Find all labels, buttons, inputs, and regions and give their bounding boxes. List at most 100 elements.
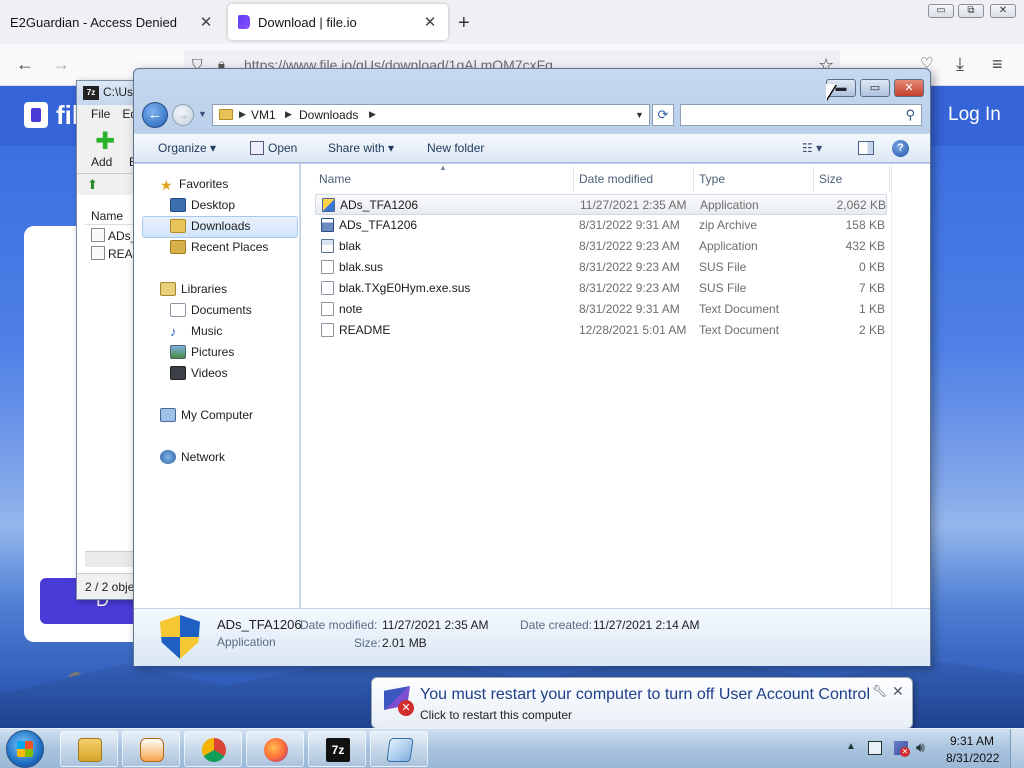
wrench-icon[interactable]: 🔧︎ (872, 684, 887, 698)
nav-item-documents[interactable]: Documents (170, 300, 252, 320)
address-bar[interactable]: ▶ VM1 ▶ Downloads ▶ ▼ (212, 104, 650, 126)
fileio-logo-icon[interactable] (24, 102, 48, 128)
executable-icon (321, 239, 334, 253)
nav-item-pictures[interactable]: Pictures (170, 342, 234, 362)
explorer-maximize-button[interactable]: ▭ (860, 79, 890, 97)
table-row[interactable]: blak.TXgE0Hym.exe.sus 8/31/2022 9:23 AM … (315, 278, 887, 299)
change-view-button[interactable]: ☷ ▾ (802, 141, 822, 155)
explorer-window[interactable]: ▬ ▭ ✕ ← → ▼ ▶ VM1 ▶ Downloads ▶ ▼ ⟳ ⚲ Or… (133, 68, 931, 666)
breadcrumb-separator-icon[interactable]: ▶ (239, 109, 246, 120)
column-divider[interactable] (889, 166, 890, 192)
taskbar-firefox-button[interactable] (246, 731, 304, 767)
column-divider[interactable] (573, 166, 574, 192)
new-tab-button[interactable]: + (458, 12, 470, 35)
taskbar-explorer-button[interactable] (60, 731, 118, 767)
breadcrumb-separator-icon[interactable]: ▶ (285, 109, 292, 120)
breadcrumb-vm1[interactable]: VM1 (251, 108, 276, 122)
column-divider[interactable] (813, 166, 814, 192)
tab-fileio[interactable]: Download | file.io ✕ (228, 4, 448, 40)
share-with-button[interactable]: Share with ▾ (328, 141, 394, 155)
explorer-caption-buttons: ▬ ▭ ✕ (826, 79, 924, 99)
refresh-button[interactable]: ⟳ (652, 104, 674, 126)
nav-item-network[interactable]: Network (160, 447, 225, 467)
tab-e2guardian[interactable]: E2Guardian - Access Denied ✕ (0, 4, 224, 40)
login-link[interactable]: Log In (948, 104, 1001, 126)
column-size[interactable]: Size (819, 172, 842, 186)
uac-notification-balloon[interactable]: ✕ You must restart your computer to turn… (371, 677, 913, 745)
taskbar-app-button[interactable] (370, 731, 428, 767)
breadcrumb-downloads[interactable]: Downloads (299, 108, 358, 122)
search-input[interactable]: ⚲ (680, 104, 922, 126)
add-plus-icon[interactable]: ✚ (95, 127, 115, 156)
browser-minimize-button[interactable]: ▭ (928, 4, 954, 18)
breadcrumb-separator-icon[interactable]: ▶ (369, 109, 376, 120)
command-bar: Organize ▾ Open Share with ▾ New folder … (134, 133, 930, 163)
taskbar-media-player-button[interactable] (122, 731, 180, 767)
sevenzip-add-button[interactable]: Add (91, 155, 112, 169)
balloon-title[interactable]: You must restart your computer to turn o… (420, 686, 870, 704)
taskbar-7zip-button[interactable]: 7z (308, 731, 366, 767)
nav-item-desktop[interactable]: Desktop (170, 195, 235, 215)
nav-item-videos[interactable]: Videos (170, 363, 227, 383)
folder-up-icon[interactable]: ⬆ (87, 177, 98, 193)
nav-item-libraries[interactable]: Libraries (160, 279, 227, 299)
show-hidden-icons-button[interactable]: ▲ (846, 741, 856, 752)
vertical-scrollbar[interactable] (891, 164, 930, 608)
search-icon[interactable]: ⚲ (905, 107, 915, 123)
back-button[interactable]: ← (142, 102, 168, 128)
back-arrow-icon[interactable]: ← (16, 54, 34, 75)
preview-pane-icon[interactable] (858, 141, 874, 155)
new-folder-button[interactable]: New folder (427, 141, 484, 155)
file-date: 8/31/2022 9:23 AM (579, 281, 680, 295)
nav-item-recent-places[interactable]: Recent Places (170, 237, 268, 257)
column-date-modified[interactable]: Date modified (579, 172, 653, 186)
clock-date[interactable]: 8/31/2022 (946, 751, 999, 765)
show-desktop-button[interactable] (1010, 729, 1024, 768)
tab-close-icon[interactable]: ✕ (422, 13, 438, 31)
volume-icon[interactable]: 🔊︎ (916, 739, 925, 756)
nav-item-favorites[interactable]: ★ Favorites (160, 174, 228, 194)
balloon-close-button[interactable]: ✕ (892, 683, 904, 700)
address-dropdown-icon[interactable]: ▼ (635, 110, 644, 120)
organize-button[interactable]: Organize ▾ (158, 141, 216, 155)
column-divider[interactable] (693, 166, 694, 192)
file-size: 1 KB (858, 302, 885, 316)
forward-arrow-icon[interactable]: → (52, 54, 70, 75)
column-name[interactable]: Name (319, 172, 351, 186)
table-row[interactable]: ADs_TFA1206 11/27/2021 2:35 AM Applicati… (315, 194, 887, 215)
clock-time[interactable]: 9:31 AM (950, 734, 994, 748)
explorer-close-button[interactable]: ✕ (894, 79, 924, 97)
help-icon[interactable]: ? (892, 140, 909, 157)
recent-pages-dropdown[interactable]: ▼ (198, 109, 207, 119)
forward-button[interactable]: → (172, 104, 194, 126)
sevenzip-menu-file[interactable]: File (91, 107, 110, 121)
nav-item-downloads[interactable]: Downloads (170, 216, 250, 236)
table-row[interactable]: note 8/31/2022 9:31 AM Text Document 1 K… (315, 299, 887, 320)
browser-close-button[interactable]: ✕ (990, 4, 1016, 18)
nav-label: Favorites (179, 177, 229, 191)
start-button[interactable] (6, 730, 44, 768)
menu-hamburger-icon[interactable]: ≡ (992, 54, 1003, 75)
file-date: 8/31/2022 9:23 AM (579, 239, 680, 253)
open-icon[interactable] (250, 141, 264, 155)
details-modified-value: 11/27/2021 2:35 AM (382, 618, 489, 632)
documents-icon (170, 303, 186, 317)
nav-item-my-computer[interactable]: My Computer (160, 405, 253, 425)
file-type: SUS File (699, 260, 747, 274)
table-row[interactable]: README 12/28/2021 5:01 AM Text Document … (315, 320, 887, 341)
table-row[interactable]: ADs_TFA1206 8/31/2022 9:31 AM zip Archiv… (315, 215, 887, 236)
balloon-text[interactable]: Click to restart this computer (420, 708, 572, 722)
taskbar-chrome-button[interactable] (184, 731, 242, 767)
browser-restore-button[interactable]: ⧉ (958, 4, 984, 18)
downloads-arrow-icon[interactable]: ⤓ (956, 54, 964, 75)
table-row[interactable]: blak.sus 8/31/2022 9:23 AM SUS File 0 KB (315, 257, 887, 278)
network-tray-icon[interactable] (868, 741, 882, 755)
column-type[interactable]: Type (699, 172, 725, 186)
folder-icon (78, 738, 102, 762)
tab-close-icon[interactable]: ✕ (198, 13, 214, 31)
table-row[interactable]: blak 8/31/2022 9:23 AM Application 432 K… (315, 236, 887, 257)
details-file-name: ADs_TFA1206 (217, 617, 302, 632)
nav-item-music[interactable]: ♪ Music (170, 321, 222, 341)
file-size: 432 KB (845, 239, 885, 253)
open-button[interactable]: Open (268, 141, 297, 155)
